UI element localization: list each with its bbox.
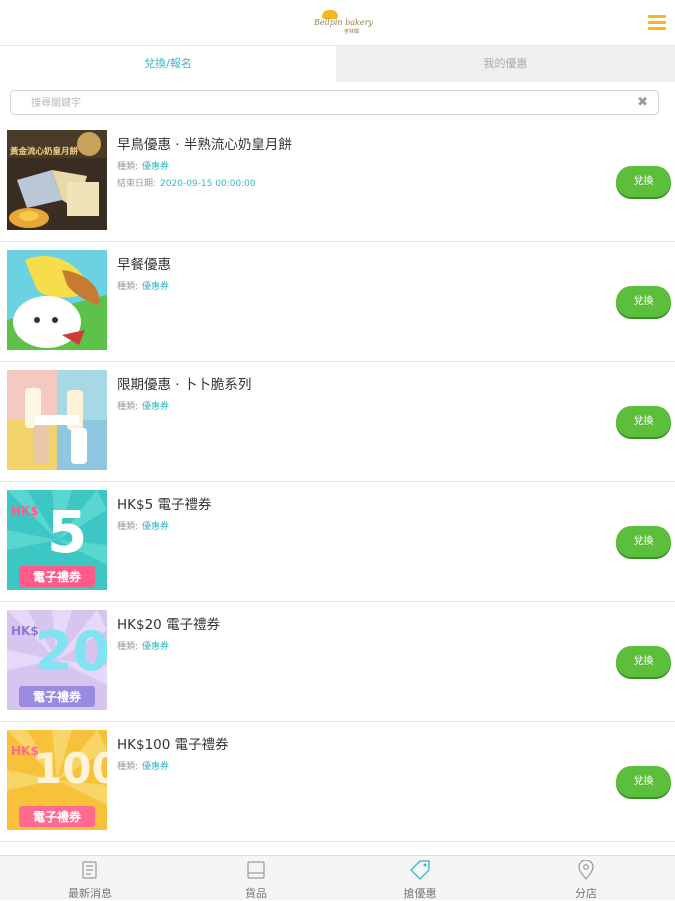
coupon-list: 黃金流心奶皇月餅 早鳥優惠 · 半熟流心奶皇月餅 種類: 優惠券 結束日期: 202… [0,122,675,842]
item-title: HK$20 電子禮券 [117,617,221,633]
brand-logo[interactable]: Bellpin bakery 杏林閣 [314,10,373,36]
voucher-5-thumbnail: HK$ 5 電子禮券 [7,490,107,590]
nav-label: 搶優惠 [403,887,437,900]
voucher-caption: 電子禮券 [19,806,95,827]
item-type: 種類: 優惠券 [117,762,170,772]
item-type: 種類: 優惠券 [117,282,170,292]
redeem-button[interactable]: 兌換 [616,166,671,197]
tag-icon [410,860,430,880]
redeem-button[interactable]: 兌換 [616,406,671,437]
redeem-button[interactable]: 兌換 [616,766,671,797]
tab-redeem[interactable]: 兌換/報名 [0,46,336,82]
nav-label: 貨品 [245,887,267,900]
voucher-amount: 100 [33,744,107,793]
list-item[interactable]: 限期優惠 · 卜卜脆系列 種類: 優惠券 兌換 [0,362,675,482]
search-box: ✖ [10,90,659,115]
nav-label: 分店 [575,887,597,900]
item-title: HK$5 電子禮券 [117,497,212,513]
logo-subtext: 杏林閣 [344,29,360,35]
thumbnail-caption: 黃金流心奶皇月餅 [10,147,79,157]
list-item[interactable]: HK$ 20 電子禮券 HK$20 電子禮券 種類: 優惠券 兌換 [0,602,675,722]
voucher-hk-label: HK$ [11,504,39,518]
item-end-date: 結束日期: 2020-09-15 00:00:00 [117,179,256,189]
item-title: 限期優惠 · 卜卜脆系列 [117,377,252,393]
voucher-amount: 20 [35,620,107,683]
nav-products[interactable]: 貨品 [186,856,326,901]
item-type: 種類: 優惠券 [117,402,170,412]
product-icon [247,861,265,879]
voucher-caption: 電子禮券 [19,686,95,707]
redeem-button[interactable]: 兌換 [616,526,671,557]
nav-deals[interactable]: 搶優惠 [350,856,490,901]
news-icon [82,861,97,879]
logo-text: Bellpin bakery [314,18,373,27]
nav-branches[interactable]: 分店 [516,856,656,901]
item-type: 種類: 優惠券 [117,522,170,532]
breakfast-thumbnail [7,250,107,350]
nav-news[interactable]: 最新消息 [20,856,160,901]
voucher-20-thumbnail: HK$ 20 電子禮券 [7,610,107,710]
clear-icon[interactable]: ✖ [637,94,648,111]
crispy-series-thumbnail [7,370,107,470]
item-title: 早餐優惠 [117,257,171,273]
voucher-100-thumbnail: HK$ 100 電子禮券 [7,730,107,830]
hamburger-menu-icon[interactable] [648,15,670,31]
list-item[interactable]: HK$ 5 電子禮券 HK$5 電子禮券 種類: 優惠券 兌換 [0,482,675,602]
bottom-nav: 最新消息 貨品 搶優惠 分店 [0,855,675,900]
list-item[interactable]: HK$ 100 電子禮券 HK$100 電子禮券 種類: 優惠券 兌換 [0,722,675,842]
item-type: 種類: 優惠券 [117,642,170,652]
location-pin-icon [578,860,594,880]
nav-label: 最新消息 [68,887,112,900]
redeem-button[interactable]: 兌換 [616,286,671,317]
app-header: Bellpin bakery 杏林閣 [0,0,675,46]
redeem-button[interactable]: 兌換 [616,646,671,677]
mooncake-thumbnail: 黃金流心奶皇月餅 [7,130,107,230]
voucher-caption: 電子禮券 [19,566,95,587]
voucher-amount: 5 [47,498,88,566]
list-item[interactable]: 早餐優惠 種類: 優惠券 兌換 [0,242,675,362]
item-type: 種類: 優惠券 [117,162,170,172]
item-title: 早鳥優惠 · 半熟流心奶皇月餅 [117,137,292,153]
item-title: HK$100 電子禮券 [117,737,229,753]
tab-bar: 兌換/報名 我的優惠 [0,46,675,82]
tab-my-coupons[interactable]: 我的優惠 [336,46,675,82]
list-item[interactable]: 黃金流心奶皇月餅 早鳥優惠 · 半熟流心奶皇月餅 種類: 優惠券 結束日期: 202… [0,122,675,242]
search-input[interactable] [29,94,623,113]
